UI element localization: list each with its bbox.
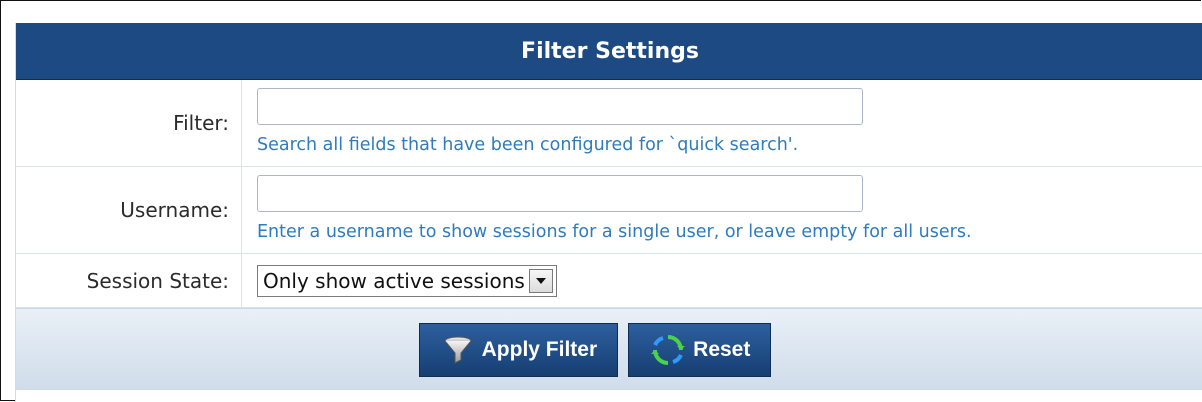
panel-title: Filter Settings xyxy=(521,38,699,64)
session-state-label: Session State: xyxy=(16,254,242,307)
session-state-selected: Only show active sessions xyxy=(263,269,525,293)
actions-bar: Apply Filter Reset xyxy=(16,308,1202,390)
window-frame: Filter Settings Filter: Search all field… xyxy=(0,0,1202,402)
username-input[interactable] xyxy=(257,175,863,212)
refresh-icon xyxy=(651,333,686,367)
funnel-icon xyxy=(442,334,474,366)
reset-label: Reset xyxy=(693,337,751,361)
session-state-value-cell: Only show active sessions xyxy=(242,254,1202,307)
filter-row: Filter: Search all fields that have been… xyxy=(16,80,1202,167)
username-row: Username: Enter a username to show sessi… xyxy=(16,167,1202,254)
filter-value-cell: Search all fields that have been configu… xyxy=(242,80,1202,166)
session-state-row: Session State: Only show active sessions xyxy=(16,254,1202,308)
apply-filter-button[interactable]: Apply Filter xyxy=(418,322,619,377)
chevron-down-icon[interactable] xyxy=(528,269,553,293)
filter-settings-panel: Filter Settings Filter: Search all field… xyxy=(15,23,1202,402)
panel-header: Filter Settings xyxy=(16,23,1202,80)
apply-filter-label: Apply Filter xyxy=(481,337,598,361)
reset-button[interactable]: Reset xyxy=(628,322,772,377)
username-hint: Enter a username to show sessions for a … xyxy=(257,222,972,242)
filter-input[interactable] xyxy=(257,88,863,125)
username-label: Username: xyxy=(16,167,242,253)
filter-hint: Search all fields that have been configu… xyxy=(257,135,799,155)
username-value-cell: Enter a username to show sessions for a … xyxy=(242,167,1202,253)
session-state-select[interactable]: Only show active sessions xyxy=(257,265,557,297)
filter-label: Filter: xyxy=(16,80,242,166)
